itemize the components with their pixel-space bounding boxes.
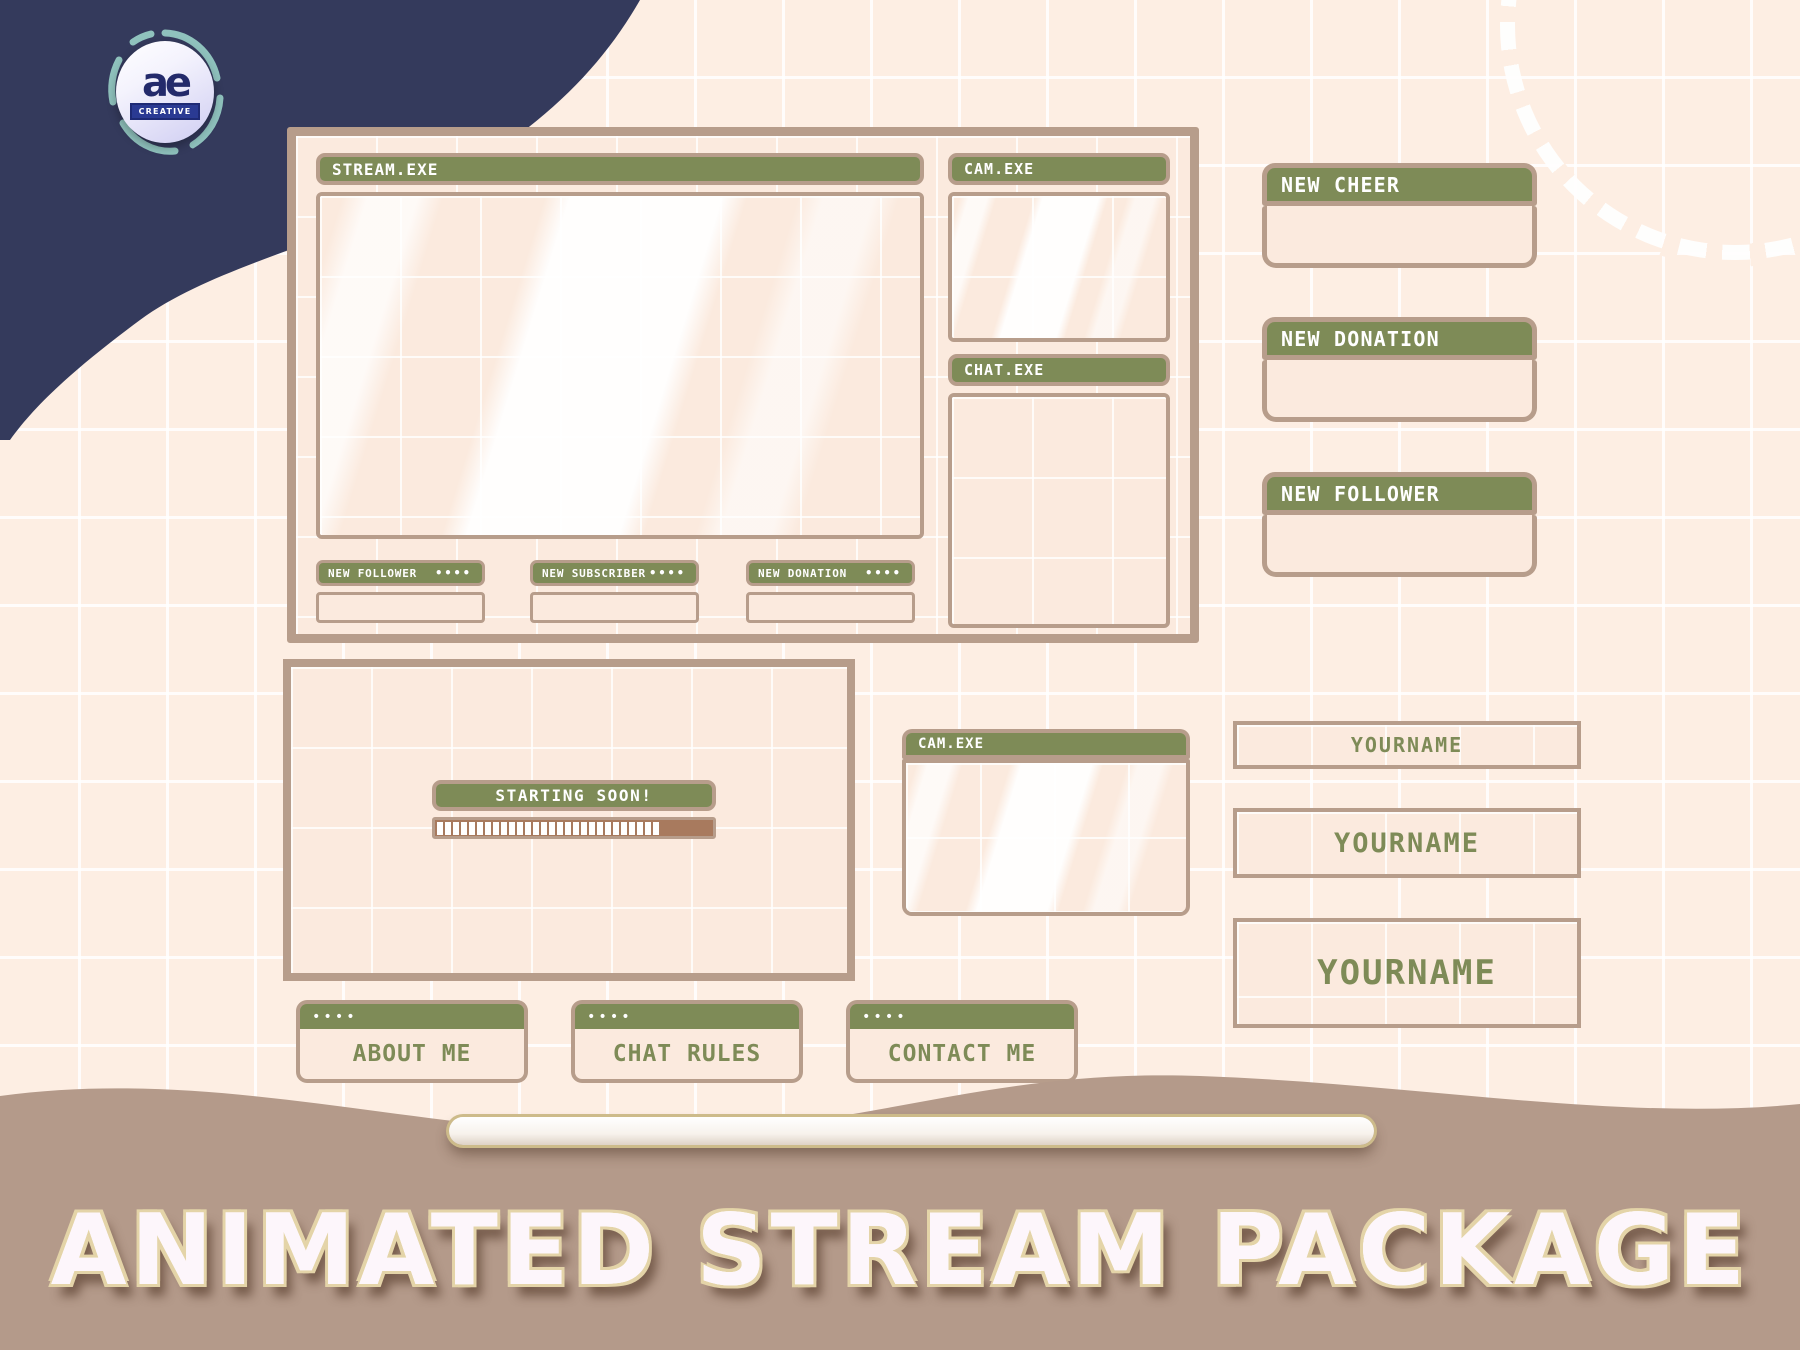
decorative-dashed-arc-mask [1493, 0, 1800, 267]
cam-window-titlebar[interactable]: CAM.EXE [948, 153, 1170, 185]
alert-box-new-cheer[interactable]: NEW CHEER [1262, 163, 1537, 268]
alert-slot-new-donation[interactable]: NEW DONATION •••• [746, 560, 915, 623]
stream-overlay-frame: STREAM.EXE CAM.EXE CHAT.EXE NEW FOLLOWER… [287, 127, 1199, 643]
progress-segment [509, 821, 515, 835]
progress-segment [653, 821, 659, 835]
name-banner-large[interactable]: YOURNAME [1233, 918, 1581, 1028]
progress-segment [573, 821, 579, 835]
stream-window-titlebar[interactable]: STREAM.EXE [316, 153, 924, 185]
alert-slot-subscriber-bar: NEW SUBSCRIBER •••• [530, 560, 699, 586]
lower-cam-title-label: CAM.EXE [918, 736, 985, 752]
alert-slot-donation-bar: NEW DONATION •••• [746, 560, 915, 586]
alert-slot-follower-label: NEW FOLLOWER [328, 566, 418, 580]
progress-segment [589, 821, 595, 835]
progress-segment [629, 821, 635, 835]
alert-slot-donation-field[interactable] [746, 592, 915, 623]
progress-segment [453, 821, 459, 835]
starting-soon-label: STARTING SOON! [432, 780, 716, 811]
chat-window-title-label: CHAT.EXE [964, 361, 1045, 379]
poster-canvas: ae CREATIVE STREAM.EXE CAM.EXE CHAT.EXE [0, 0, 1800, 1350]
lower-cam-titlebar[interactable]: CAM.EXE [902, 729, 1190, 759]
dots-icon: •••• [649, 566, 686, 580]
progress-segment [469, 821, 475, 835]
alert-box-cheer-header: NEW CHEER [1262, 163, 1537, 206]
alert-box-donation-label: NEW DONATION [1281, 326, 1440, 351]
alert-box-cheer-body[interactable] [1262, 206, 1537, 268]
starting-soon-screen: STARTING SOON! [283, 659, 855, 981]
logo-disc: ae CREATIVE [116, 41, 214, 143]
chat-window-content[interactable] [948, 393, 1170, 628]
name-banner-medium-label: YOURNAME [1333, 827, 1481, 859]
progress-segment [493, 821, 499, 835]
alert-slot-subscriber-label: NEW SUBSCRIBER [542, 566, 646, 580]
progress-segment [605, 821, 611, 835]
name-banner-small-label: YOURNAME [1350, 733, 1464, 757]
stream-window-title-label: STREAM.EXE [332, 159, 439, 179]
logo-tagline: CREATIVE [129, 102, 201, 120]
package-title: ANIMATED STREAM PACKAGE [50, 1194, 1750, 1308]
alert-box-new-donation[interactable]: NEW DONATION [1262, 317, 1537, 422]
stream-screen-grid [320, 196, 920, 535]
progress-segment [581, 821, 587, 835]
panel-button-contact-header: •••• [846, 1000, 1078, 1029]
progress-segment [525, 821, 531, 835]
progress-segment [437, 821, 443, 835]
alert-box-cheer-label: NEW CHEER [1281, 172, 1401, 197]
progress-segment [549, 821, 555, 835]
alert-box-donation-body[interactable] [1262, 360, 1537, 422]
progress-segment [621, 821, 627, 835]
progress-segment [533, 821, 539, 835]
alert-slot-follower-bar: NEW FOLLOWER •••• [316, 560, 485, 586]
progress-segment [613, 821, 619, 835]
dots-icon: •••• [862, 1008, 908, 1025]
alert-slot-donation-label: NEW DONATION [758, 566, 848, 580]
progress-segment [445, 821, 451, 835]
alert-slot-new-follower[interactable]: NEW FOLLOWER •••• [316, 560, 485, 623]
decorative-dashed-arc [1500, 0, 1800, 260]
dots-icon: •••• [865, 566, 902, 580]
alert-box-follower-label: NEW FOLLOWER [1281, 481, 1440, 506]
progress-segment [645, 821, 651, 835]
progress-segment [517, 821, 523, 835]
progress-segment [485, 821, 491, 835]
progress-segment [557, 821, 563, 835]
alert-box-follower-body[interactable] [1262, 515, 1537, 577]
progress-segment [461, 821, 467, 835]
progress-segment [597, 821, 603, 835]
brand-logo: ae CREATIVE [105, 28, 225, 156]
dots-icon: •••• [435, 566, 472, 580]
chat-window-titlebar[interactable]: CHAT.EXE [948, 354, 1170, 386]
alert-box-follower-header: NEW FOLLOWER [1262, 472, 1537, 515]
panel-button-rules-header: •••• [571, 1000, 803, 1029]
dots-icon: •••• [312, 1008, 358, 1025]
progress-segment [637, 821, 643, 835]
alert-slot-follower-field[interactable] [316, 592, 485, 623]
stream-window-content[interactable] [316, 192, 924, 539]
lower-cam-grid [906, 763, 1186, 912]
alert-slot-new-subscriber[interactable]: NEW SUBSCRIBER •••• [530, 560, 699, 623]
cam-window-content[interactable] [948, 192, 1170, 342]
starting-soon-text: STARTING SOON! [495, 786, 653, 805]
progress-segment [477, 821, 483, 835]
lower-cam-content[interactable] [902, 759, 1190, 916]
title-divider-pill [449, 1117, 1374, 1145]
cam-window-title-label: CAM.EXE [964, 160, 1035, 178]
logo-wordmark: ae [141, 59, 192, 106]
name-banner-medium[interactable]: YOURNAME [1233, 808, 1581, 878]
alert-box-new-follower[interactable]: NEW FOLLOWER [1262, 472, 1537, 577]
alert-slot-subscriber-field[interactable] [530, 592, 699, 623]
progress-segment [541, 821, 547, 835]
name-banner-small[interactable]: YOURNAME [1233, 721, 1581, 769]
alert-box-donation-header: NEW DONATION [1262, 317, 1537, 360]
starting-soon-progress-bar [432, 817, 716, 839]
progress-segment [565, 821, 571, 835]
panel-button-about-header: •••• [296, 1000, 528, 1029]
progress-segment [501, 821, 507, 835]
name-banner-large-label: YOURNAME [1317, 953, 1497, 993]
dots-icon: •••• [587, 1008, 633, 1025]
cam-screen-grid [952, 196, 1166, 338]
chat-screen-grid [952, 397, 1166, 624]
